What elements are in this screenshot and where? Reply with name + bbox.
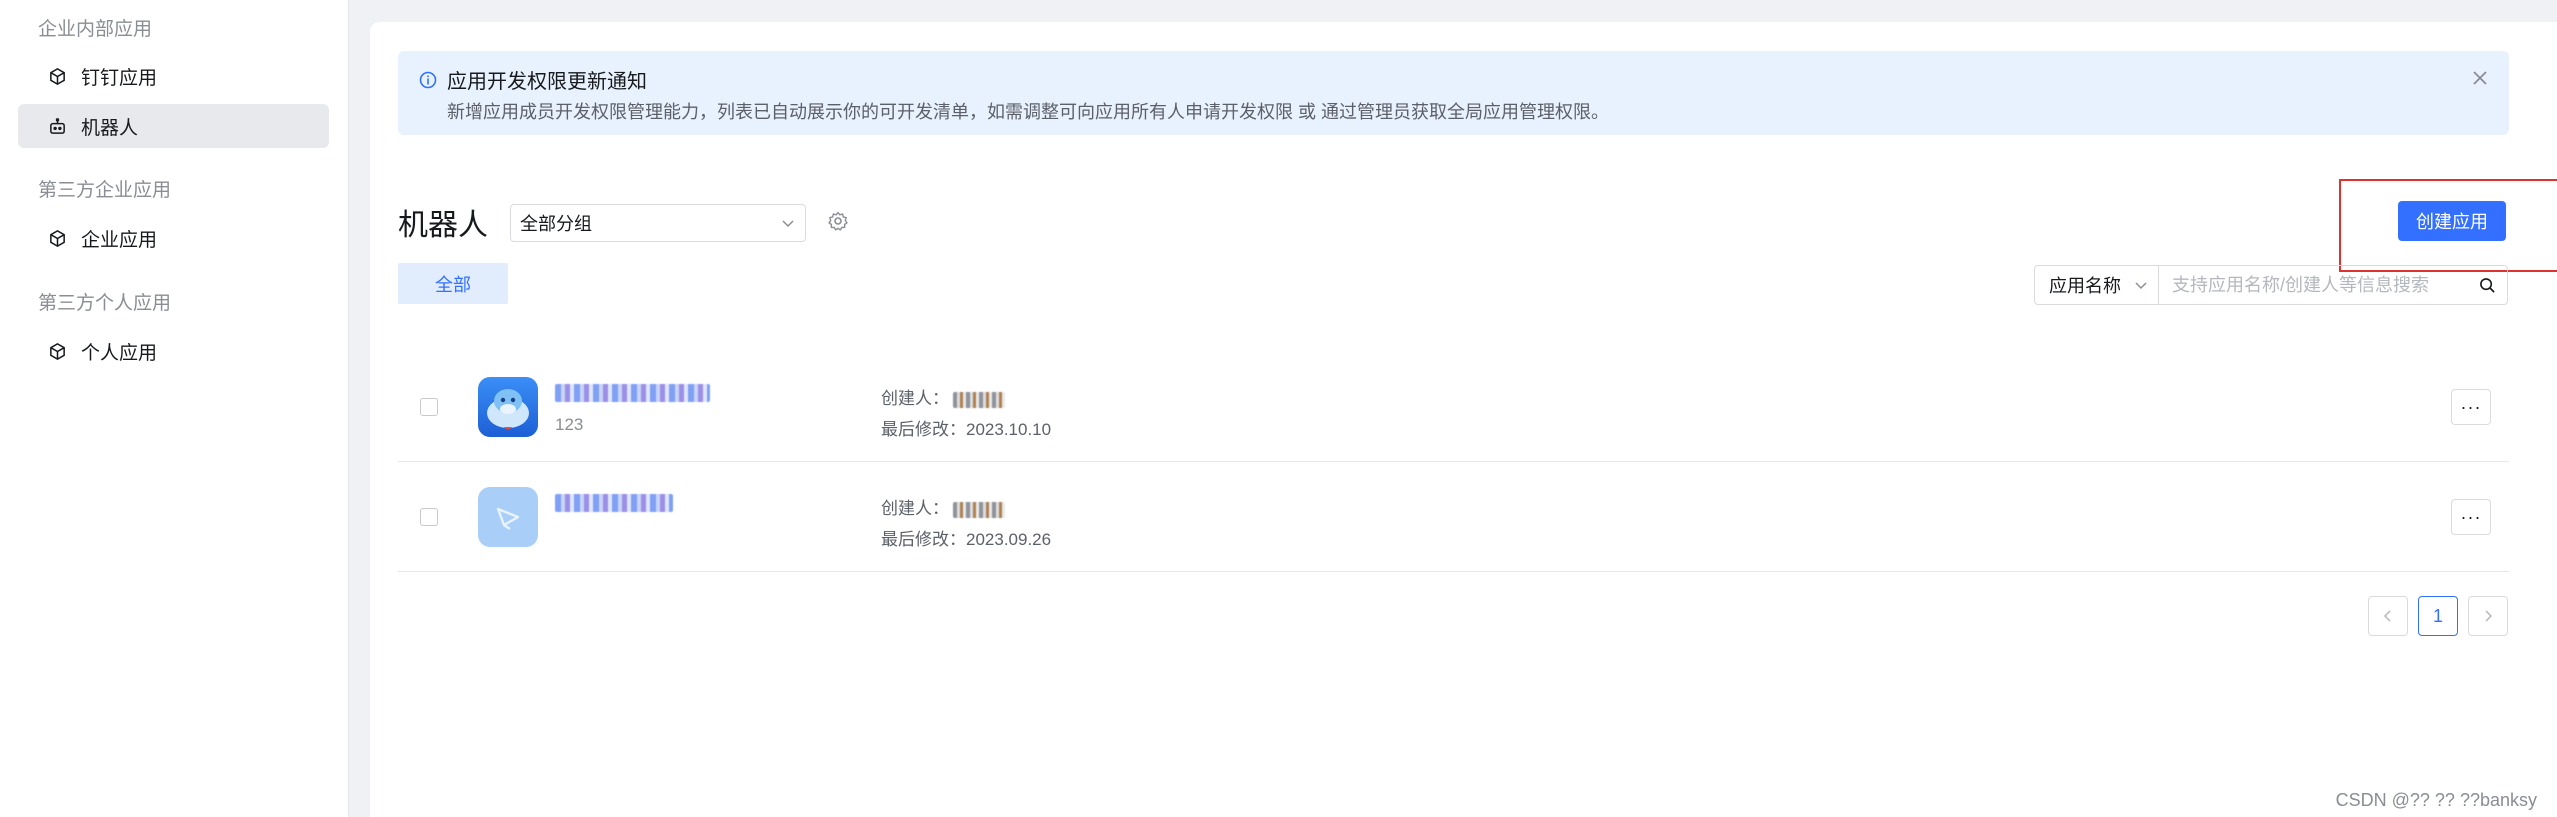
- sidebar-item-label: 机器人: [81, 117, 139, 139]
- sidebar-item-label: 企业应用: [81, 229, 158, 251]
- modified-date: 2023.10.10: [966, 420, 1052, 439]
- modified-label: 最后修改：: [881, 420, 966, 439]
- row-checkbox[interactable]: [420, 508, 438, 526]
- cube-icon: [47, 341, 67, 361]
- sidebar-group-internal: 企业内部应用: [38, 19, 153, 40]
- main-panel: 应用开发权限更新通知 新增应用成员开发权限管理能力，列表已自动展示你的可开发清单…: [370, 22, 2557, 817]
- search-bar: 应用名称: [2034, 265, 2508, 305]
- group-select[interactable]: 全部分组: [510, 204, 806, 242]
- app-icon: [478, 487, 538, 547]
- chevron-down-icon: [782, 220, 794, 228]
- permission-update-notice: 应用开发权限更新通知 新增应用成员开发权限管理能力，列表已自动展示你的可开发清单…: [398, 51, 2509, 135]
- creator-info: 创建人：: [881, 384, 1005, 409]
- more-actions-button[interactable]: ···: [2451, 389, 2491, 425]
- search-icon[interactable]: [2467, 266, 2507, 304]
- more-actions-button[interactable]: ···: [2451, 499, 2491, 535]
- chevron-down-icon: [2135, 282, 2147, 290]
- cube-icon: [47, 228, 67, 248]
- sidebar-item-enterprise-apps[interactable]: 企业应用: [18, 216, 329, 260]
- search-input[interactable]: [2159, 266, 2467, 304]
- search-type-select[interactable]: 应用名称: [2035, 266, 2159, 304]
- creator-name-redacted: [953, 501, 1005, 518]
- creator-info: 创建人：: [881, 494, 1005, 519]
- modified-label: 最后修改：: [881, 530, 966, 549]
- create-app-button[interactable]: 创建应用: [2398, 201, 2506, 241]
- table-row: ████████████ 123 创建人： 最后修改：2023.10.10 ··…: [398, 352, 2509, 462]
- notice-body: 新增应用成员开发权限管理能力，列表已自动展示你的可开发清单，如需调整可向应用所有…: [447, 102, 1609, 122]
- app-name-link[interactable]: ████████: [555, 494, 673, 512]
- pagination-page-1[interactable]: 1: [2418, 596, 2458, 636]
- sidebar-group-third-party-personal: 第三方个人应用: [38, 293, 172, 314]
- modified-date: 2023.09.26: [966, 530, 1052, 549]
- creator-label: 创建人：: [881, 389, 949, 408]
- chevron-right-icon: [2485, 610, 2493, 622]
- row-checkbox[interactable]: [420, 398, 438, 416]
- app-name-link[interactable]: ████████████: [555, 384, 710, 402]
- group-select-value: 全部分组: [520, 214, 592, 234]
- chevron-left-icon: [2383, 610, 2391, 622]
- cube-icon: [47, 66, 67, 86]
- sidebar-item-personal-apps[interactable]: 个人应用: [18, 329, 329, 373]
- tab-all[interactable]: 全部: [398, 263, 508, 304]
- pagination-prev-button[interactable]: [2368, 596, 2408, 636]
- pagination-next-button[interactable]: [2468, 596, 2508, 636]
- info-icon: [419, 71, 437, 89]
- creator-name-redacted: [953, 391, 1005, 408]
- creator-label: 创建人：: [881, 499, 949, 518]
- robot-icon: [47, 116, 67, 136]
- search-type-value: 应用名称: [2049, 276, 2121, 296]
- notice-title: 应用开发权限更新通知: [447, 71, 647, 93]
- close-icon[interactable]: [2469, 67, 2491, 89]
- app-description: 123: [555, 415, 584, 434]
- sidebar-item-label: 个人应用: [81, 342, 158, 364]
- app-icon: [478, 377, 538, 437]
- sidebar: 企业内部应用 钉钉应用 机器人 第三方企业应用 企业应用 第三方个人应用 个人应…: [0, 0, 349, 817]
- modified-info: 最后修改：2023.09.26: [881, 525, 1051, 550]
- table-row: ████████ 创建人： 最后修改：2023.09.26 ···: [398, 462, 2509, 572]
- sidebar-item-robot[interactable]: 机器人: [18, 104, 329, 148]
- gear-icon[interactable]: [827, 210, 849, 232]
- watermark-text: CSDN @?? ?? ??banksy: [2335, 790, 2537, 810]
- sidebar-group-third-party-enterprise: 第三方企业应用: [38, 180, 172, 201]
- sidebar-item-label: 钉钉应用: [81, 67, 158, 89]
- page-title: 机器人: [398, 209, 488, 242]
- sidebar-item-dingtalk-apps[interactable]: 钉钉应用: [18, 54, 329, 98]
- modified-info: 最后修改：2023.10.10: [881, 415, 1051, 440]
